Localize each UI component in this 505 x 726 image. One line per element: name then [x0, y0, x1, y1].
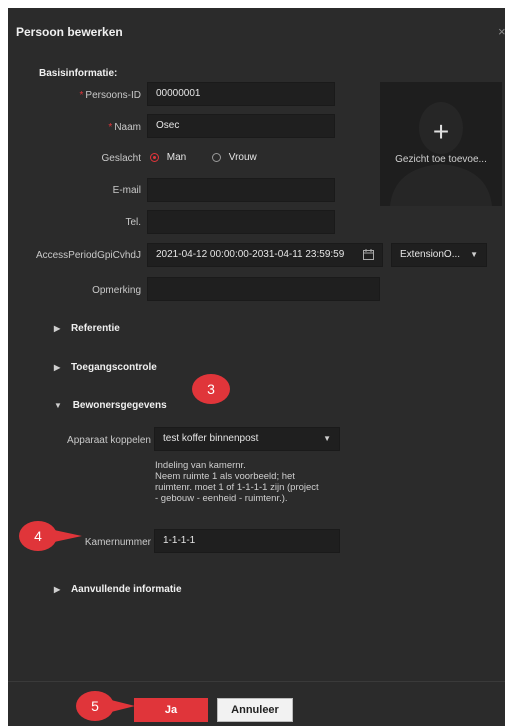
face-photo-upload[interactable]: + Gezicht toe toevoe...	[380, 82, 502, 206]
badge-5-pointer	[111, 700, 135, 712]
device-link-label: Apparaat koppelen	[67, 435, 151, 446]
gender-male-option[interactable]: Man	[150, 152, 186, 163]
room-number-hint: Indeling van kamernr. Neem ruimte 1 als …	[155, 460, 319, 504]
extension-dropdown[interactable]: ExtensionO... ▼	[391, 243, 487, 267]
edit-person-dialog: Persoon bewerken × Basisinformatie: * Per…	[8, 8, 505, 726]
section-additional-info-label: Aanvullende informatie	[70, 584, 182, 595]
section-access-control[interactable]: ▶ Toegangscontrole	[54, 362, 157, 373]
remark-label: Opmerking	[92, 285, 141, 296]
hint-line: Indeling van kamernr.	[155, 460, 246, 471]
email-field[interactable]	[147, 178, 335, 202]
section-additional-info[interactable]: ▶ Aanvullende informatie	[54, 584, 182, 595]
hint-line: Neem ruimte 1 als voorbeeld; het	[155, 471, 295, 482]
plus-icon[interactable]: +	[380, 116, 502, 148]
gender-male-label: Man	[166, 152, 187, 163]
dropdown-arrow-icon[interactable]: ▼	[470, 244, 478, 266]
email-label: E-mail	[112, 185, 141, 196]
section-reference[interactable]: ▶ Referentie	[54, 323, 120, 334]
room-number-label: Kamernummer	[84, 537, 151, 548]
extension-value: ExtensionO...	[400, 249, 461, 260]
calendar-icon[interactable]	[363, 244, 374, 266]
required-marker: *	[108, 122, 113, 133]
name-label: * Naam	[18, 122, 141, 133]
section-residents[interactable]: ▼ Bewonersgegevens	[54, 400, 167, 411]
room-number-field[interactable]: 1-1-1-1	[154, 529, 340, 553]
dialog-title: Persoon bewerken	[16, 25, 123, 39]
phone-field[interactable]	[147, 210, 335, 234]
close-icon[interactable]: ×	[498, 24, 505, 39]
phone-label: Tel.	[125, 217, 141, 228]
caret-down-icon: ▼	[54, 401, 62, 410]
annotation-badge-4: 4	[19, 521, 57, 551]
device-link-value: test koffer binnenpost	[163, 433, 259, 444]
name-field[interactable]: Osec	[147, 114, 335, 138]
section-reference-label: Referentie	[70, 323, 120, 334]
add-face-label: Gezicht toe toevoe...	[395, 154, 487, 165]
person-id-label: * Persoons-ID	[18, 90, 141, 101]
gender-female-option[interactable]: Vrouw	[212, 152, 257, 163]
hint-line: - gebouw - eenheid - ruimtenr.).	[155, 493, 288, 504]
annotation-badge-5: 5	[76, 691, 114, 721]
name-label-text: Naam	[114, 122, 141, 133]
caret-right-icon: ▶	[54, 324, 61, 333]
section-access-control-label: Toegangscontrole	[70, 362, 157, 373]
radio-unselected-icon[interactable]	[212, 152, 221, 162]
required-marker: *	[79, 90, 84, 101]
access-period-field[interactable]: 2021-04-12 00:00:00-2031-04-11 23:59:59	[147, 243, 383, 267]
access-period-label: AccessPeriodGpiCvhdJ	[35, 250, 141, 261]
device-link-dropdown[interactable]: test koffer binnenpost ▼	[154, 427, 340, 451]
basic-info-heading: Basisinformatie:	[39, 68, 118, 79]
section-residents-label: Bewonersgegevens	[72, 400, 167, 411]
radio-selected-icon[interactable]	[150, 152, 159, 162]
remark-field[interactable]	[147, 277, 380, 301]
cancel-button[interactable]: Annuleer	[217, 698, 293, 722]
gender-female-label: Vrouw	[228, 152, 257, 163]
access-period-value: 2021-04-12 00:00:00-2031-04-11 23:59:59	[156, 249, 345, 260]
person-id-label-text: Persoons-ID	[85, 90, 141, 101]
confirm-button[interactable]: Ja	[134, 698, 208, 722]
dropdown-arrow-icon[interactable]: ▼	[323, 428, 331, 450]
caret-right-icon: ▶	[54, 585, 61, 594]
person-id-field[interactable]: 00000001	[147, 82, 335, 106]
annotation-badge-3: 3	[192, 374, 230, 404]
hint-line: ruimtenr. moet 1 of 1-1-1-1 zijn (projec…	[155, 482, 319, 493]
gender-label: Geslacht	[101, 153, 141, 164]
caret-right-icon: ▶	[54, 363, 61, 372]
footer-divider	[8, 681, 505, 682]
